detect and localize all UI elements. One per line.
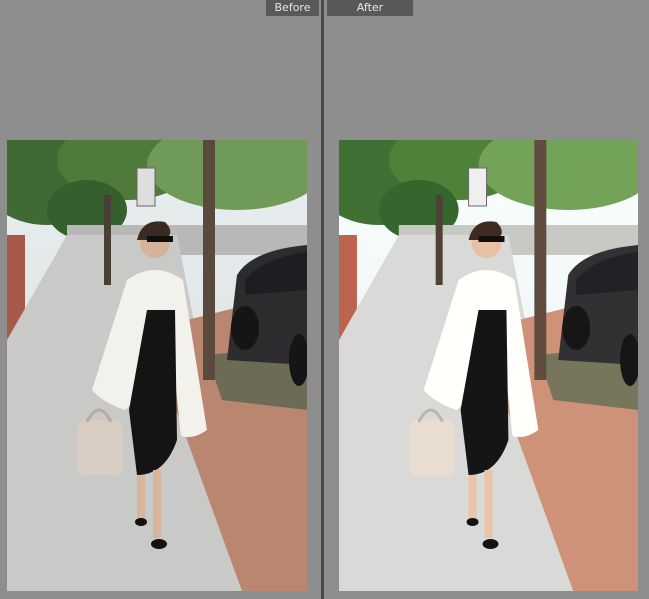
after-photo-image (339, 140, 638, 591)
compare-view: Before After (0, 0, 649, 599)
before-label: Before (266, 0, 319, 16)
after-label: After (327, 0, 413, 16)
after-photo[interactable] (339, 140, 638, 591)
before-photo[interactable] (7, 140, 307, 591)
before-photo-image (7, 140, 307, 591)
split-divider[interactable] (321, 0, 324, 599)
